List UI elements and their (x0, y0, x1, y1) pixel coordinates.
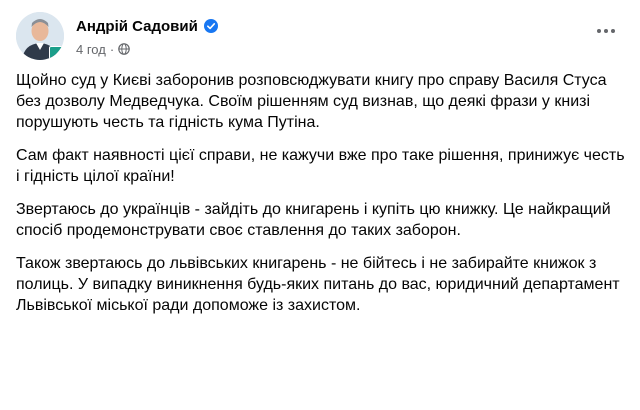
post-paragraph-4: Також звертаюсь до львівських книгарень … (16, 255, 620, 314)
post-meta: 4 год · (76, 40, 130, 58)
author-row: Андрій Садовий (76, 16, 218, 36)
post-paragraph-2: Сам факт наявності цієї справи, не кажуч… (16, 147, 625, 185)
globe-icon[interactable] (118, 43, 130, 55)
more-options-button[interactable] (588, 14, 624, 42)
verified-badge-icon (203, 19, 218, 33)
post-text: Щойно суд у Києві заборонив розповсюджув… (16, 70, 626, 328)
post-paragraph-1: Щойно суд у Києві заборонив розповсюджув… (16, 72, 607, 131)
avatar[interactable] (16, 12, 64, 60)
facebook-post: Андрій Садовий 4 год · Щойно суд у Києві… (0, 0, 640, 410)
more-options-icon (596, 18, 616, 38)
avatar-badge-icon (49, 46, 64, 60)
author-name[interactable]: Андрій Садовий (76, 18, 198, 35)
post-timestamp[interactable]: 4 год (76, 42, 106, 57)
post-header: Андрій Садовий 4 год · (16, 12, 624, 60)
post-paragraph-3: Звертаюсь до українців - зайдіть до книг… (16, 201, 611, 239)
meta-separator: · (109, 41, 115, 57)
